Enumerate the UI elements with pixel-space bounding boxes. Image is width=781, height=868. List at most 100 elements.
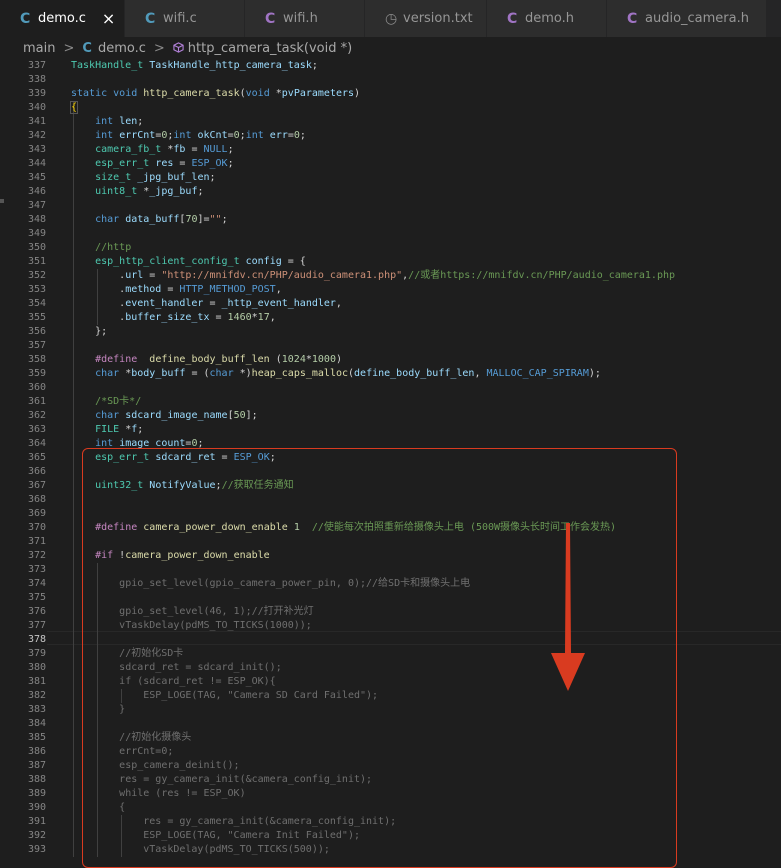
line-number: 363 (27, 424, 46, 435)
tab-wifi-c[interactable]: Cwifi.c (125, 0, 245, 37)
code-token: *) (233, 368, 252, 379)
code-token: , (269, 312, 276, 323)
code-line[interactable]: 351 esp_http_client_config_t config = { (0, 255, 781, 269)
code-line[interactable]: 361 /*SD卡*/ (0, 395, 781, 409)
code-line[interactable]: 356 }; (0, 325, 781, 339)
line-number: 373 (27, 564, 46, 575)
code-line[interactable]: 348 char data_buff[70]=""; (0, 213, 781, 227)
code-token: ESP_OK (191, 158, 228, 169)
line-number: 340 (27, 102, 46, 113)
line-number: 382 (27, 690, 46, 701)
code-token: ; (197, 186, 204, 197)
tab-version-txt[interactable]: ◷ version.txt (365, 0, 487, 37)
tab-demo-h[interactable]: Cdemo.h (487, 0, 607, 37)
code-token: ]= (197, 214, 210, 225)
code-token: ; (227, 144, 234, 155)
line-number: 367 (27, 480, 46, 491)
code-token: heap_caps_malloc (251, 368, 348, 379)
line-number: 352 (27, 270, 46, 281)
code-line[interactable]: 349 (0, 227, 781, 241)
code-line[interactable]: 362 char sdcard_image_name[50]; (0, 409, 781, 423)
chevron-right-icon: > (63, 40, 75, 56)
code-token: HTTP_METHOD_POST (179, 284, 276, 295)
line-code: .method = HTTP_METHOD_POST, (71, 283, 282, 297)
breadcrumb-folder[interactable]: main (23, 41, 55, 56)
line-number: 386 (27, 746, 46, 757)
line-code: /*SD卡*/ (71, 395, 141, 409)
code-line[interactable]: 350 //http (0, 241, 781, 255)
code-token: camera_fb_t (95, 144, 162, 155)
code-token: ); (588, 368, 601, 379)
line-number: 341 (27, 116, 46, 127)
sidebar-edge-mark (0, 199, 4, 203)
line-number: 380 (27, 662, 46, 673)
code-token: . (71, 298, 126, 309)
code-token: * (119, 424, 132, 435)
code-token: config (245, 256, 282, 267)
c-file-icon: C (145, 10, 156, 27)
code-token: * (137, 186, 150, 197)
breadcrumb-file[interactable]: demo.c (98, 41, 146, 56)
line-code: int errCnt=0;int okCnt=0;int err=0; (71, 129, 306, 143)
code-token: void (113, 88, 138, 99)
code-line[interactable]: 358 #define define_body_buff_len (1024*1… (0, 353, 781, 367)
code-line[interactable]: 342 int errCnt=0;int okCnt=0;int err=0; (0, 129, 781, 143)
line-number: 355 (27, 312, 46, 323)
code-line[interactable]: 339 static void http_camera_task(void *pv… (0, 87, 781, 101)
code-token: event_handler (125, 298, 204, 309)
code-token: ; (137, 116, 144, 127)
line-code: #define define_body_buff_len (1024*1000) (71, 353, 342, 367)
line-code: char sdcard_image_name[50]; (71, 409, 258, 423)
code-line[interactable]: 353 .method = HTTP_METHOD_POST, (0, 283, 781, 297)
code-line[interactable]: 355 .buffer_size_tx = 1460*17, (0, 311, 781, 325)
line-number: 381 (27, 676, 46, 687)
tab-wifi-h[interactable]: Cwifi.h (245, 0, 365, 37)
code-line[interactable]: 337 TaskHandle_t TaskHandle_http_camera_t… (0, 59, 781, 73)
code-line[interactable]: 347 (0, 199, 781, 213)
tab-audio-camera-h[interactable]: Caudio_camera.h (607, 0, 767, 37)
code-line[interactable]: 338 (0, 73, 781, 87)
code-line[interactable]: 341 int len; (0, 115, 781, 129)
code-token: err (269, 130, 288, 141)
code-token: ; (137, 424, 144, 435)
code-line[interactable]: 352 .url = "http://mnifdv.cn/PHP/audio_c… (0, 269, 781, 283)
code-token: = { (281, 256, 306, 267)
code-token: uint8_t (95, 186, 138, 197)
code-line[interactable]: 360 (0, 381, 781, 395)
line-code: //http (71, 241, 131, 255)
code-token: int (245, 130, 264, 141)
code-token: ( (269, 354, 282, 365)
code-token: 17 (257, 312, 270, 323)
code-line[interactable]: 344 esp_err_t res = ESP_OK; (0, 157, 781, 171)
line-number: 389 (27, 788, 46, 799)
code-token: = (185, 144, 204, 155)
tab-demo-c[interactable]: Cdemo.c × (0, 0, 125, 37)
code-token: = (203, 298, 222, 309)
code-line[interactable]: 345 size_t _jpg_buf_len; (0, 171, 781, 185)
code-token: "http://mnifdv.cn/PHP/audio_camera1.php" (161, 270, 403, 281)
line-number: 376 (27, 606, 46, 617)
code-token: char (209, 368, 234, 379)
breadcrumb: main > C demo.c > http_camera_task(void … (0, 37, 781, 59)
breadcrumb-symbol[interactable]: http_camera_task(void *) (188, 41, 352, 56)
code-line[interactable]: 343 camera_fb_t *fb = NULL; (0, 143, 781, 157)
code-line[interactable]: 359 char *body_buff = (char *)heap_caps_… (0, 367, 781, 381)
code-token: TaskHandle_http_camera_task (149, 60, 312, 71)
code-line[interactable]: 340 { (0, 101, 781, 115)
code-line[interactable]: 346 uint8_t *_jpg_buf; (0, 185, 781, 199)
line-number: 390 (27, 802, 46, 813)
line-number: 362 (27, 410, 46, 421)
code-line[interactable]: 363 FILE *f; (0, 423, 781, 437)
code-line[interactable]: 354 .event_handler = _http_event_handler… (0, 297, 781, 311)
function-cube-icon (173, 41, 184, 56)
close-icon[interactable]: × (102, 9, 115, 28)
tab-label: demo.c (38, 11, 86, 26)
code-line[interactable]: 357 (0, 339, 781, 353)
